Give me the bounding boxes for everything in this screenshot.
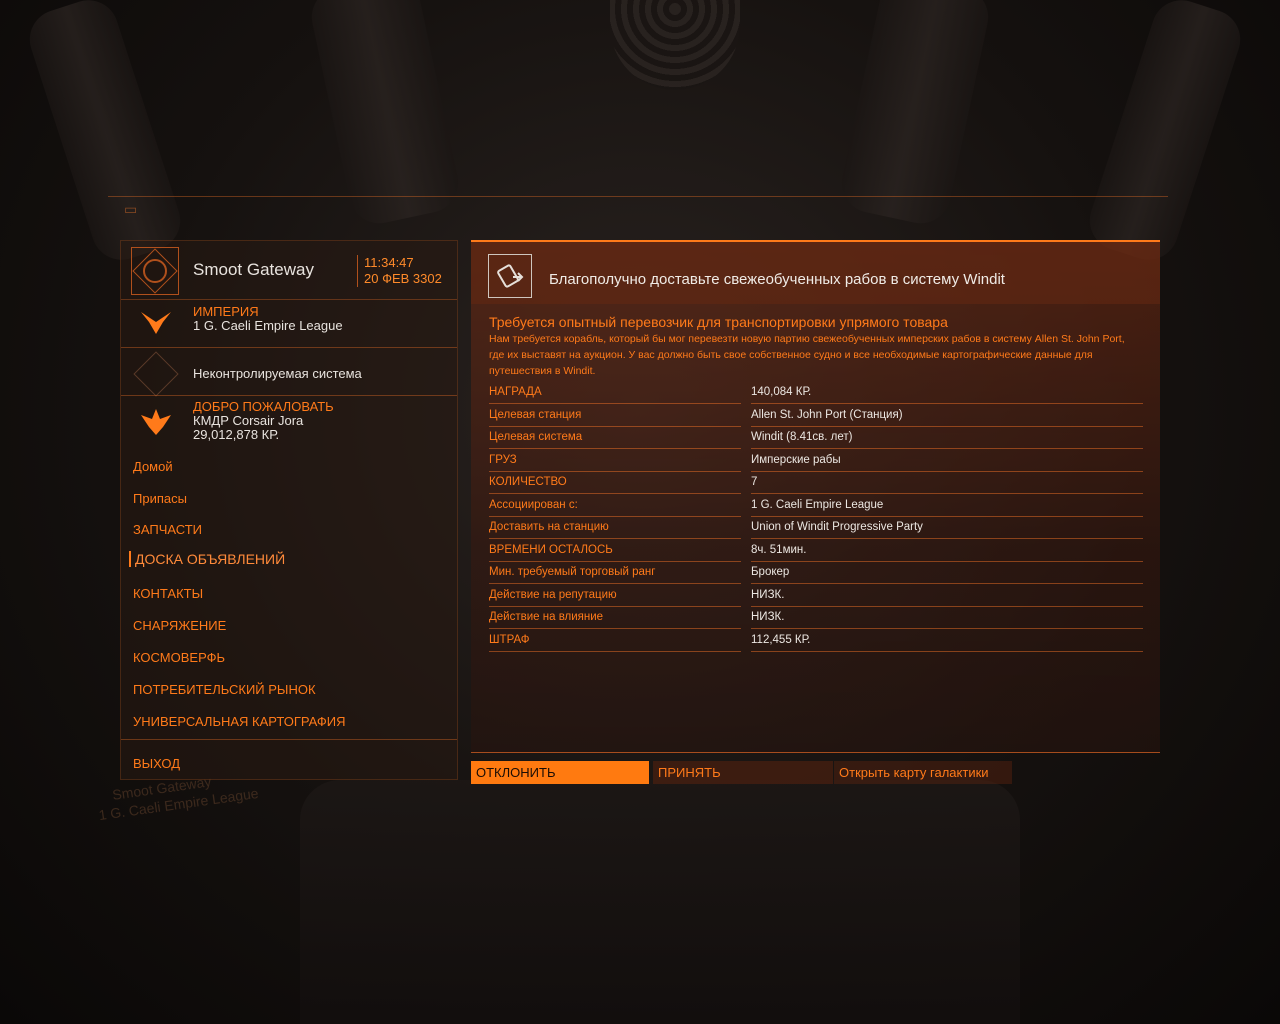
mission-details-panel: Благополучно доставьте свежеобученных ра… [471,240,1160,753]
detail-value: Allen St. John Port (Станция) [751,408,903,421]
detail-key: ГРУЗ [489,453,517,466]
hud-frame-top [108,196,1168,215]
detail-key: Действие на репутацию [489,588,617,601]
detail-key: ВРЕМЕНИ ОСТАЛОСЬ [489,543,613,556]
faction-name: 1 G. Caeli Empire League [193,318,343,333]
detail-key: Целевая станция [489,408,582,421]
detail-row: Целевая система Windit (8.41св. лет) [489,427,1143,449]
menu-item-parts[interactable]: ЗАПЧАСТИ [133,522,202,537]
ceiling-beam [836,0,994,229]
detail-row: Целевая станция Allen St. John Port (Стан… [489,405,1143,427]
ceiling-vent [610,0,740,90]
detail-key: Целевая система [489,431,583,443]
ceiling-beam [1082,0,1248,268]
menu-item-cartographics[interactable]: УНИВЕРСАЛЬНАЯ КАРТОГРАФИЯ [133,714,346,729]
station-logo-icon [131,247,179,295]
menu-item-commodity-market[interactable]: ПОТРЕБИТЕЛЬСКИЙ РЫНОК [133,682,316,697]
detail-row: ВРЕМЕНИ ОСТАЛОСЬ 8ч. 51мин. [489,540,1143,562]
system-diamond-icon [133,351,179,397]
system-status-row: Неконтролируемая система [121,351,457,397]
station-time: 11:34:47 [364,255,414,270]
mission-description: Нам требуется корабль, который бы мог пе… [489,333,1125,377]
ceiling-beam [306,0,464,229]
detail-value: 112,455 КР. [751,633,811,646]
detail-key: Ассоциирован с: [489,498,578,511]
menu-item-bulletin-board[interactable]: ДОСКА ОБЪЯВЛЕНИЙ [129,551,285,567]
detail-key: Доставить на станцию [489,521,609,533]
station-date: 20 ФЕВ 3302 [364,271,442,286]
detail-value: Имперские рабы [751,453,841,466]
detail-row: ГРУЗ Имперские рабы [489,450,1143,472]
detail-row: Действие на влияние НИЗК. [489,607,1143,629]
station-clock: 11:34:47 20 ФЕВ 3302 [357,255,442,287]
station-name: Smoot Gateway [193,260,314,279]
detail-value: Брокер [751,566,790,578]
mission-subtitle: Требуется опытный перевозчик для транспо… [489,314,948,330]
detail-key: НАГРАДА [489,386,542,398]
faction-allegiance: ИМПЕРИЯ [193,304,259,319]
detail-row: Ассоциирован с: 1 G. Caeli Empire League [489,495,1143,517]
detail-key: ШТРАФ [489,633,530,646]
commander-name: КМДР Corsair Jora [193,413,304,428]
faction-row: ИМПЕРИЯ 1 G. Caeli Empire League [121,299,457,345]
ceiling-beam [22,0,188,268]
detail-value: 8ч. 51мин. [751,543,807,556]
divider [121,739,457,740]
detail-value: 1 G. Caeli Empire League [751,498,884,511]
station-header: Smoot Gateway 11:34:47 20 ФЕВ 3302 [121,241,457,300]
menu-item-outfitting[interactable]: СНАРЯЖЕНИЕ [133,618,226,633]
detail-row: НАГРАДА 140,084 КР. [489,382,1143,404]
welcome-title: ДОБРО ПОЖАЛОВАТЬ [193,399,334,414]
detail-row: КОЛИЧЕСТВО 7 [489,472,1143,494]
detail-value: НИЗК. [751,611,785,623]
detail-row: Мин. требуемый торговый ранг Брокер [489,562,1143,584]
menu-item-contacts[interactable]: КОНТАКТЫ [133,586,203,601]
cargo-delivery-icon [488,254,532,298]
detail-key: Действие на влияние [489,611,604,623]
detail-value: 140,084 КР. [751,386,812,398]
menu-item-shipyard[interactable]: КОСМОВЕРФЬ [133,650,225,665]
commander-credits: 29,012,878 КР. [193,427,280,442]
menu-item-supplies[interactable]: Припасы [133,491,187,506]
detail-value: Union of Windit Progressive Party [751,521,923,533]
decline-button[interactable]: ОТКЛОНИТЬ [471,761,649,784]
detail-key: КОЛИЧЕСТВО [489,476,567,488]
divider [121,395,457,396]
accept-button[interactable]: ПРИНЯТЬ [653,761,833,784]
system-status: Неконтролируемая система [193,366,362,381]
detail-key: Мин. требуемый торговый ранг [489,566,656,578]
cockpit-console [300,780,1020,1024]
welcome-row: ДОБРО ПОЖАЛОВАТЬ КМДР Corsair Jora 29,01… [121,397,457,445]
detail-row: ШТРАФ 112,455 КР. [489,630,1143,652]
chat-icon[interactable]: ▭ [124,201,146,217]
mission-header: Благополучно доставьте свежеобученных ра… [471,242,1160,304]
empire-emblem-icon [133,299,179,345]
empire-wings-icon [133,399,179,445]
menu-item-home[interactable]: Домой [133,459,173,474]
divider [121,347,457,348]
detail-row: Действие на репутацию НИЗК. [489,585,1143,607]
menu-item-exit[interactable]: ВЫХОД [133,756,180,771]
station-services-panel: Smoot Gateway 11:34:47 20 ФЕВ 3302 ИМПЕР… [120,240,458,780]
detail-value: Windit (8.41св. лет) [751,431,853,443]
mission-title: Благополучно доставьте свежеобученных ра… [549,271,1005,288]
open-galaxy-map-button[interactable]: Открыть карту галактики [834,761,1012,784]
detail-value: НИЗК. [751,588,785,601]
detail-value: 7 [751,476,758,488]
detail-row: Доставить на станцию Union of Windit Prog… [489,517,1143,539]
